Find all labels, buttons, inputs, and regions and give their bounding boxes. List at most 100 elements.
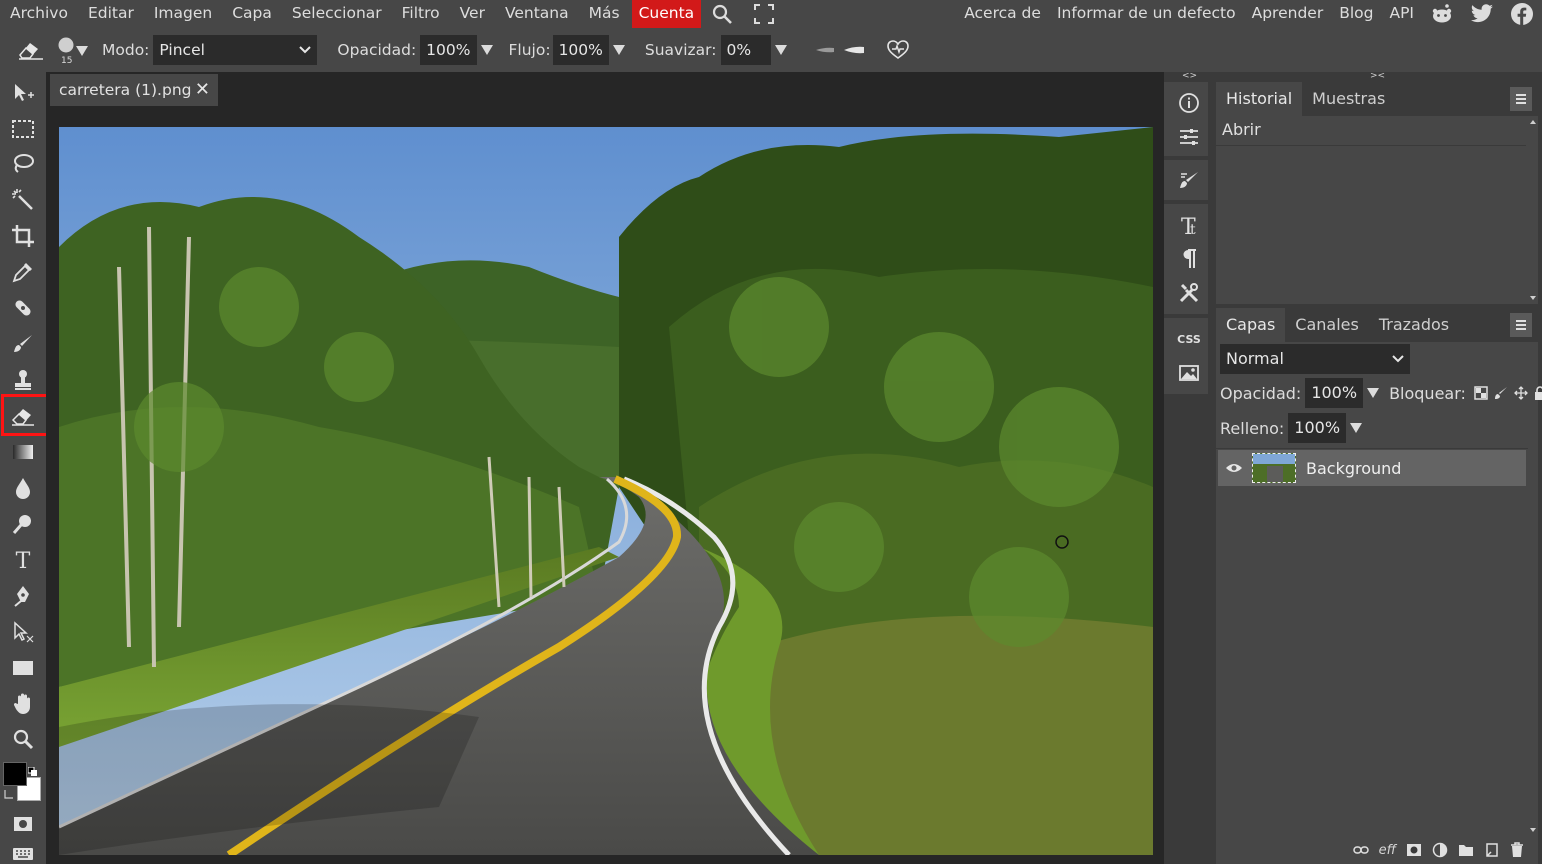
collapse-panels-toggle[interactable]: >< — [1370, 71, 1385, 81]
type-tool-icon[interactable]: T — [4, 544, 42, 576]
tab-capas[interactable]: Capas — [1216, 308, 1286, 342]
menu-filtro[interactable]: Filtro — [392, 0, 450, 28]
menu-mas[interactable]: Más — [579, 0, 630, 28]
menu-editar[interactable]: Editar — [78, 0, 144, 28]
tab-trazados[interactable]: Trazados — [1369, 308, 1459, 342]
tab-muestras[interactable]: Muestras — [1302, 82, 1395, 116]
search-icon[interactable] — [701, 0, 743, 28]
dodge-tool-icon[interactable] — [4, 508, 42, 540]
adjustment-icon[interactable] — [1432, 842, 1448, 858]
eraser-preset-icon[interactable] — [14, 39, 48, 61]
lock-pixels-icon[interactable] — [1494, 386, 1508, 400]
image-canvas[interactable] — [59, 127, 1153, 855]
document-tab[interactable]: carretera (1).png ✕ — [50, 74, 218, 106]
link-aprender[interactable]: Aprender — [1244, 0, 1332, 28]
lock-all-icon[interactable] — [1534, 386, 1542, 400]
link-acerca-de[interactable]: Acerca de — [956, 0, 1049, 28]
menu-capa[interactable]: Capa — [222, 0, 282, 28]
blend-mode-select[interactable]: Normal — [1220, 344, 1410, 374]
pen-tool-icon[interactable] — [4, 580, 42, 612]
move-tool-icon[interactable] — [4, 77, 42, 109]
info-icon[interactable] — [1167, 86, 1211, 120]
tab-canales[interactable]: Canales — [1285, 308, 1369, 342]
layer-row-background[interactable]: Background — [1218, 450, 1526, 486]
fill-input[interactable]: 100% — [1288, 413, 1347, 443]
stamp-tool-icon[interactable] — [4, 364, 42, 396]
history-entry[interactable]: Abrir — [1216, 116, 1526, 146]
history-scrollbar[interactable] — [1528, 116, 1538, 304]
layer-opacity-input[interactable]: 100% — [1305, 378, 1364, 408]
eye-icon[interactable] — [1218, 462, 1250, 474]
shape-tool-icon[interactable] — [4, 652, 42, 684]
pressure-opacity-icon[interactable] — [843, 45, 865, 55]
adjustments-icon[interactable] — [1167, 120, 1211, 154]
eyedropper-tool-icon[interactable] — [4, 256, 42, 288]
healing-tool-icon[interactable] — [4, 292, 42, 324]
link-icon[interactable] — [1352, 845, 1369, 855]
foreground-color-swatch[interactable] — [3, 762, 27, 786]
menu-ver[interactable]: Ver — [450, 0, 495, 28]
marquee-tool-icon[interactable] — [4, 113, 42, 145]
zoom-tool-icon[interactable] — [4, 724, 42, 756]
smooth-input[interactable]: 0% — [720, 35, 771, 65]
brush-settings-icon[interactable] — [1167, 164, 1211, 198]
heart-pulse-icon[interactable] — [886, 40, 909, 60]
fullscreen-icon[interactable] — [743, 0, 785, 28]
flow-dropdown-icon[interactable] — [612, 45, 625, 55]
quick-mask-icon[interactable] — [4, 808, 42, 840]
account-button[interactable]: Cuenta — [631, 0, 702, 28]
character-icon[interactable]: Tt — [1167, 208, 1211, 242]
image-panel-icon[interactable] — [1167, 356, 1211, 390]
trash-icon[interactable] — [1510, 842, 1524, 858]
facebook-icon[interactable] — [1502, 0, 1542, 28]
menu-ventana[interactable]: Ventana — [495, 0, 579, 28]
lock-transparency-icon[interactable] — [1474, 386, 1488, 400]
svg-text:t: t — [1190, 222, 1196, 237]
magic-wand-tool-icon[interactable] — [4, 184, 42, 216]
twitter-icon[interactable] — [1462, 0, 1502, 28]
menu-archivo[interactable]: Archivo — [0, 0, 78, 28]
close-icon[interactable]: ✕ — [195, 74, 210, 106]
keyboard-icon[interactable] — [4, 838, 42, 864]
history-menu-icon[interactable] — [1510, 87, 1532, 111]
menu-imagen[interactable]: Imagen — [144, 0, 222, 28]
new-layer-icon[interactable] — [1484, 842, 1500, 858]
brush-size-picker[interactable]: 15 — [54, 32, 90, 68]
folder-icon[interactable] — [1458, 843, 1474, 857]
link-informar-defecto[interactable]: Informar de un defecto — [1049, 0, 1244, 28]
mask-icon[interactable] — [1406, 843, 1422, 857]
lock-position-icon[interactable] — [1513, 386, 1528, 400]
expand-strip-toggle[interactable]: <> — [1182, 71, 1197, 81]
link-api[interactable]: API — [1381, 0, 1422, 28]
crop-tool-icon[interactable] — [4, 220, 42, 252]
reddit-icon[interactable] — [1422, 0, 1462, 28]
opacity-input[interactable]: 100% — [420, 35, 477, 65]
smooth-dropdown-icon[interactable] — [774, 45, 787, 55]
layers-scrollbar[interactable] — [1528, 450, 1538, 836]
mode-label: Modo: — [102, 41, 150, 59]
paragraph-icon[interactable] — [1167, 242, 1211, 276]
swap-colors-icon[interactable] — [3, 786, 15, 805]
menu-bar: Archivo Editar Imagen Capa Seleccionar F… — [0, 0, 1542, 28]
link-blog[interactable]: Blog — [1331, 0, 1381, 28]
layer-opacity-dropdown-icon[interactable] — [1367, 388, 1380, 398]
hand-tool-icon[interactable] — [4, 688, 42, 720]
flow-input[interactable]: 100% — [552, 35, 609, 65]
tools-settings-icon[interactable] — [1167, 276, 1211, 310]
lasso-tool-icon[interactable] — [4, 148, 42, 180]
gradient-tool-icon[interactable] — [4, 436, 42, 468]
pressure-size-icon[interactable] — [815, 45, 835, 55]
opacity-dropdown-icon[interactable] — [480, 45, 493, 55]
menu-seleccionar[interactable]: Seleccionar — [282, 0, 392, 28]
css-panel-button[interactable]: CSS — [1167, 322, 1211, 356]
effects-button[interactable]: eff — [1379, 843, 1396, 858]
tab-historial[interactable]: Historial — [1216, 82, 1303, 116]
layers-menu-icon[interactable] — [1510, 313, 1532, 337]
brush-tool-icon[interactable] — [4, 328, 42, 360]
document-area: carretera (1).png ✕ — [46, 72, 1164, 864]
mode-select[interactable]: Pincel — [153, 35, 318, 65]
fill-dropdown-icon[interactable] — [1350, 423, 1363, 433]
blur-tool-icon[interactable] — [4, 472, 42, 504]
reset-colors-icon[interactable] — [27, 762, 37, 776]
path-select-tool-icon[interactable] — [4, 616, 42, 648]
